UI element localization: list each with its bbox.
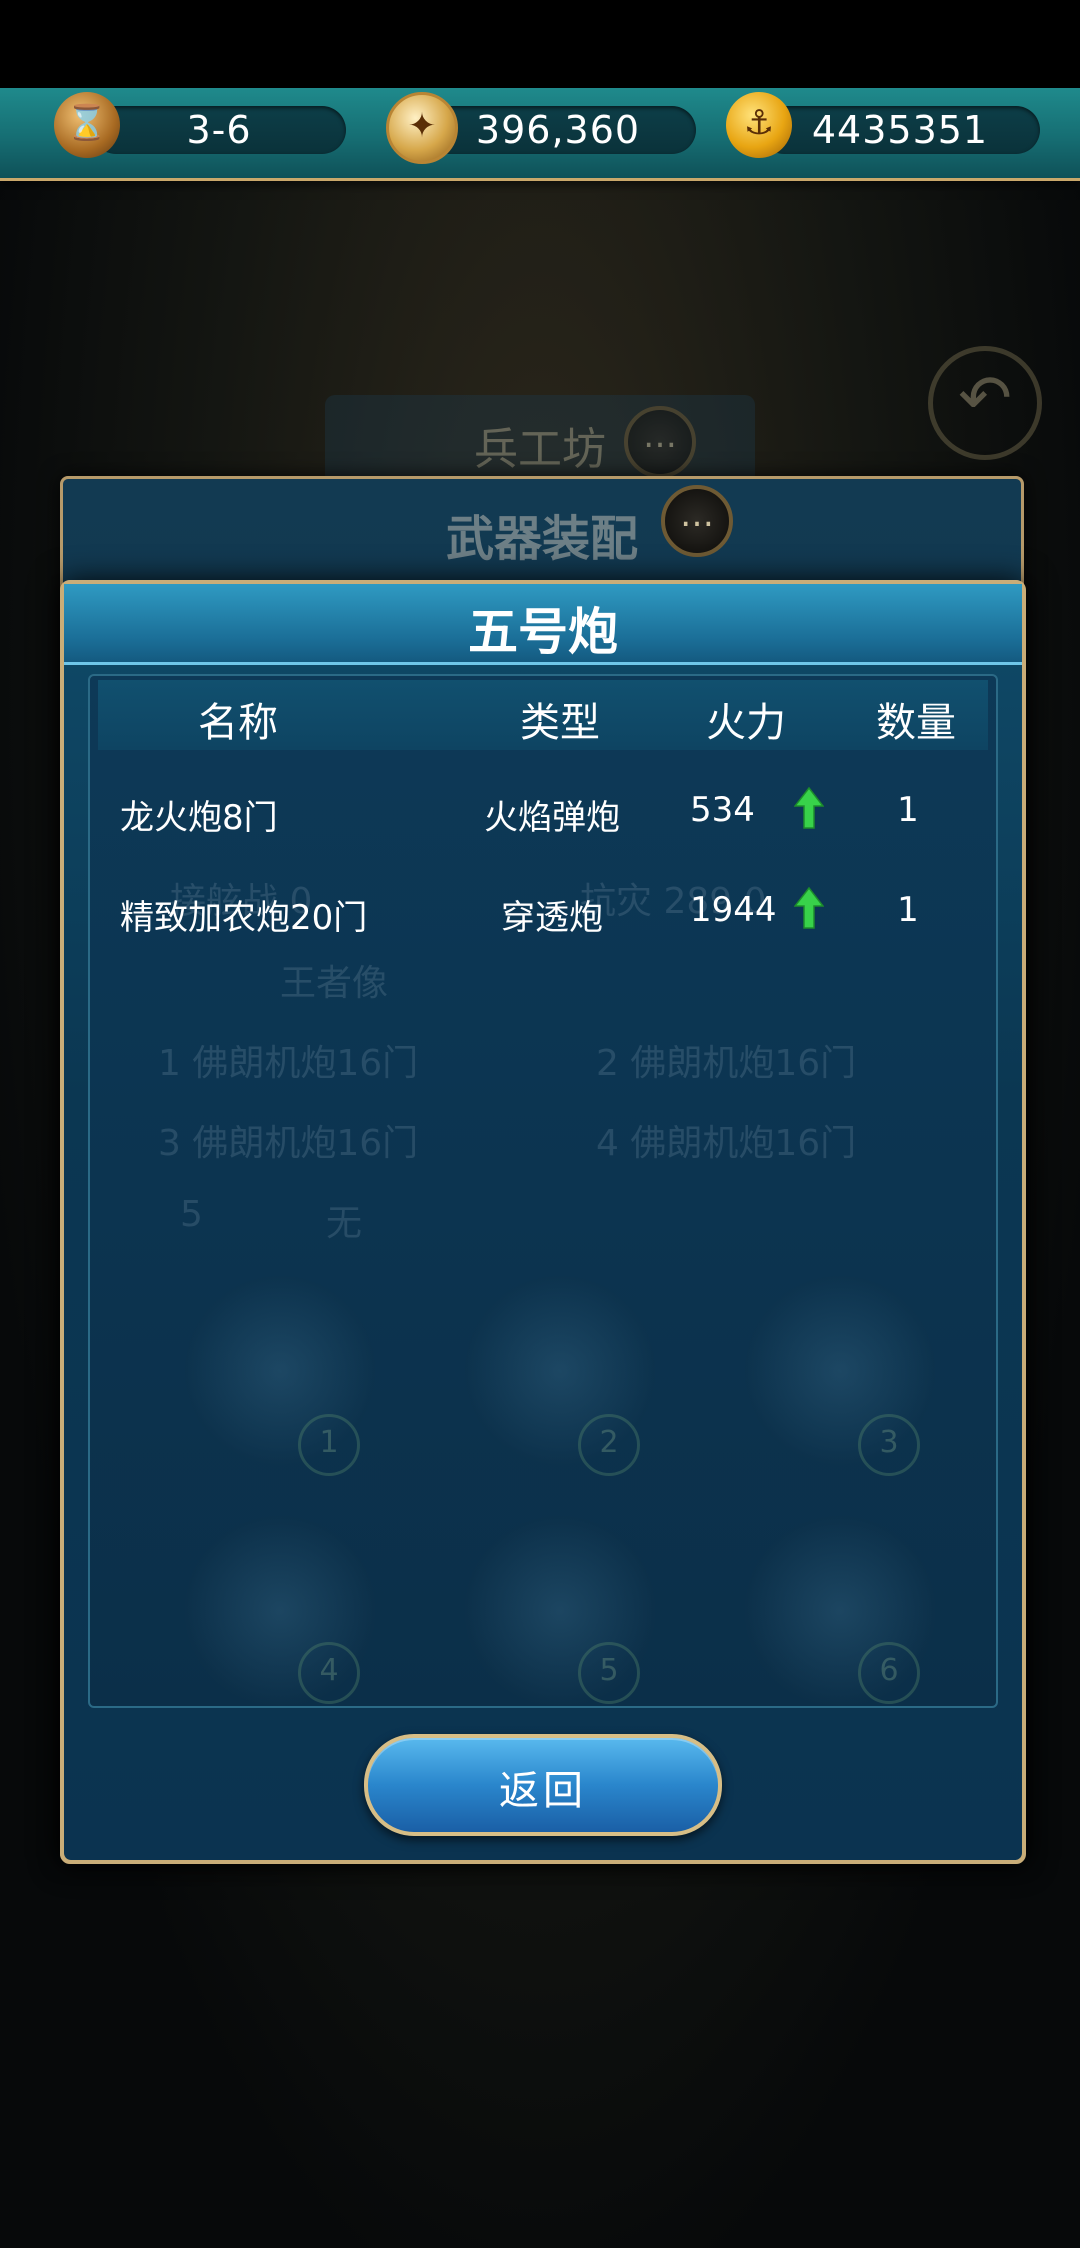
weapon-assembly-title: 武器装配 bbox=[445, 511, 638, 567]
resource-bar: 3-6 ⌛ 396,360 ✦ 4435351 ⚓ bbox=[0, 88, 1080, 181]
ghost-ship-badge: 3 bbox=[858, 1414, 920, 1476]
cannon-firepower: 534 bbox=[690, 790, 755, 830]
arrow-up-icon bbox=[794, 786, 824, 829]
table-row: 精致加农炮20门 穿透炮 1944 1 bbox=[90, 872, 996, 952]
ghost-ship-badge: 6 bbox=[858, 1642, 920, 1704]
game-screen: 3-6 ⌛ 396,360 ✦ 4435351 ⚓ 兵工坊 … ↶ 武器装配 …… bbox=[0, 0, 1080, 2248]
cannon-table: 王者像 接舷战 0 抗灾 289.0 1 佛朗机炮16门 2 佛朗机炮16门 3… bbox=[88, 674, 998, 1708]
compass-value: 396,360 bbox=[475, 108, 641, 152]
chat-bubble-icon[interactable]: … bbox=[661, 485, 733, 557]
arrow-up-icon bbox=[794, 886, 824, 929]
compass-pill: 396,360 bbox=[420, 106, 696, 154]
dialog-title: 五号炮 bbox=[468, 603, 618, 661]
anchor-value: 4435351 bbox=[811, 108, 989, 152]
ghost-ship-badge: 4 bbox=[298, 1642, 360, 1704]
workshop-chat-icon: … bbox=[624, 406, 696, 478]
status-strip bbox=[0, 0, 1080, 88]
table-row: 龙火炮8门 火焰弹炮 534 1 bbox=[90, 772, 996, 852]
ghost-slot-5: 5 bbox=[180, 1194, 203, 1235]
stage-value: 3-6 bbox=[186, 108, 252, 152]
anchor-pill: 4435351 bbox=[760, 106, 1040, 154]
dialog-header: 五号炮 bbox=[64, 584, 1022, 665]
compass-icon: ✦ bbox=[386, 92, 458, 164]
ghost-ship-badge: 2 bbox=[578, 1414, 640, 1476]
hourglass-icon: ⌛ bbox=[54, 92, 120, 158]
ghost-slot-3: 3 佛朗机炮16门 bbox=[158, 1123, 419, 1164]
cannon-name: 龙火炮8门 bbox=[120, 798, 278, 838]
cannon-type: 火焰弹炮 bbox=[484, 798, 620, 838]
column-type: 类型 bbox=[520, 700, 600, 746]
column-name: 名称 bbox=[198, 700, 278, 746]
ghost-slot-title: 王者像 bbox=[280, 963, 389, 1004]
ghost-slot-5-value: 无 bbox=[326, 1203, 363, 1244]
cannon-quantity: 1 bbox=[897, 790, 919, 830]
back-arrow-icon[interactable]: ↶ bbox=[928, 346, 1042, 460]
ghost-slot-4: 4 佛朗机炮16门 bbox=[596, 1123, 857, 1164]
cannon-detail-dialog: 五号炮 王者像 接舷战 0 抗灾 289.0 1 佛朗机炮16门 2 佛朗机炮1… bbox=[60, 580, 1026, 1864]
cannon-quantity: 1 bbox=[897, 890, 919, 930]
table-header: 名称 类型 火力 数量 bbox=[98, 680, 988, 750]
cannon-firepower: 1944 bbox=[690, 890, 777, 930]
stage-pill: 3-6 bbox=[92, 106, 346, 154]
cannon-name: 精致加农炮20门 bbox=[120, 898, 368, 938]
ghost-slot-2: 2 佛朗机炮16门 bbox=[596, 1043, 857, 1084]
back-button-label: 返回 bbox=[499, 1768, 587, 1814]
cannon-type: 穿透炮 bbox=[501, 898, 603, 938]
ghost-ship-badge: 1 bbox=[298, 1414, 360, 1476]
anchor-icon: ⚓ bbox=[726, 92, 792, 158]
back-button[interactable]: 返回 bbox=[364, 1734, 722, 1836]
corner-ornament bbox=[952, 1820, 1025, 1863]
ghost-ship-badge: 5 bbox=[578, 1642, 640, 1704]
ghost-slot-1: 1 佛朗机炮16门 bbox=[158, 1043, 419, 1084]
column-quantity: 数量 bbox=[876, 700, 956, 746]
corner-ornament bbox=[61, 1820, 134, 1863]
column-firepower: 火力 bbox=[706, 700, 786, 746]
